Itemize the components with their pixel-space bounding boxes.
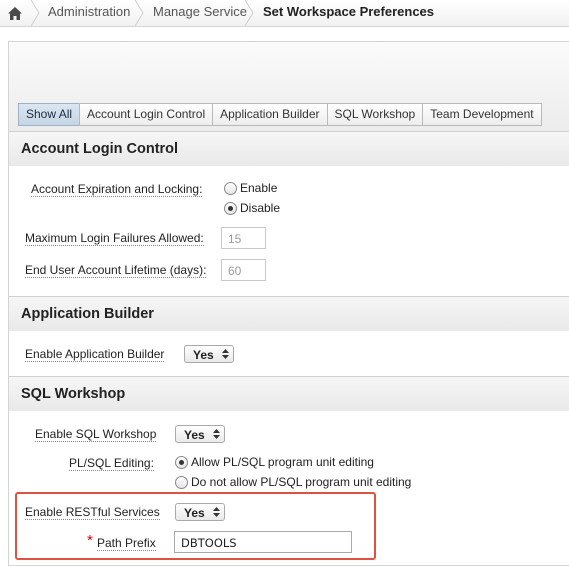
plsql-editing-label: PL/SQL Editing:: [69, 456, 154, 471]
max-failures-input[interactable]: 15: [221, 227, 266, 249]
select-arrows-icon: [222, 349, 229, 359]
select-arrows-icon: [213, 429, 220, 439]
lifetime-label: End User Account Lifetime (days):: [25, 263, 207, 278]
account-login-region-title: Account Login Control: [9, 131, 569, 167]
select-value: Yes: [184, 428, 205, 442]
tab-account-login-control[interactable]: Account Login Control: [79, 103, 214, 126]
radio-disallow-plsql-label: Do not allow PL/SQL program unit editing: [191, 475, 412, 489]
tab-show-all[interactable]: Show All: [18, 103, 81, 126]
radio-allow-plsql[interactable]: Allow PL/SQL program unit editing: [175, 455, 374, 469]
radio-button-selected[interactable]: [175, 455, 188, 469]
tab-team-development[interactable]: Team Development: [422, 103, 542, 126]
radio-enable[interactable]: Enable: [224, 181, 277, 195]
breadcrumb-separator-icon: [134, 0, 144, 26]
enable-app-builder-label: Enable Application Builder: [25, 347, 165, 362]
expiration-label: Account Expiration and Locking:: [31, 182, 203, 197]
max-failures-label: Maximum Login Failures Allowed:: [25, 231, 204, 246]
breadcrumb-separator-icon: [244, 0, 254, 26]
enable-sql-workshop-select[interactable]: Yes: [175, 425, 225, 443]
radio-button[interactable]: [224, 181, 237, 195]
panel-header: Show All Account Login Control Applicati…: [9, 42, 569, 132]
lifetime-input[interactable]: 60: [221, 259, 266, 281]
sql-workshop-region-title: SQL Workshop: [9, 376, 569, 412]
preferences-panel: Show All Account Login Control Applicati…: [8, 41, 569, 566]
radio-button[interactable]: [175, 475, 188, 489]
radio-disable[interactable]: Disable: [224, 201, 280, 215]
enable-sql-workshop-label: Enable SQL Workshop: [35, 427, 157, 442]
breadcrumb-separator-icon: [30, 0, 40, 26]
tab-bar: Show All Account Login Control Applicati…: [18, 103, 542, 126]
radio-enable-label: Enable: [240, 181, 278, 195]
enable-app-builder-select[interactable]: Yes: [184, 345, 234, 363]
radio-allow-plsql-label: Allow PL/SQL program unit editing: [191, 455, 374, 469]
tab-application-builder[interactable]: Application Builder: [212, 103, 328, 126]
radio-button-selected[interactable]: [224, 201, 237, 215]
breadcrumb-manage-service[interactable]: Manage Service: [153, 0, 247, 26]
highlight-box: [15, 492, 376, 560]
breadcrumb: Administration Manage Service Set Worksp…: [0, 0, 569, 27]
breadcrumb-current-page: Set Workspace Preferences: [263, 4, 435, 19]
app-builder-region-title: Application Builder: [9, 296, 569, 332]
breadcrumb-administration[interactable]: Administration: [48, 0, 130, 26]
radio-disable-label: Disable: [240, 201, 281, 215]
select-value: Yes: [193, 348, 214, 362]
tab-sql-workshop[interactable]: SQL Workshop: [326, 103, 424, 126]
radio-disallow-plsql[interactable]: Do not allow PL/SQL program unit editing: [175, 475, 411, 489]
home-icon[interactable]: [0, 0, 30, 26]
